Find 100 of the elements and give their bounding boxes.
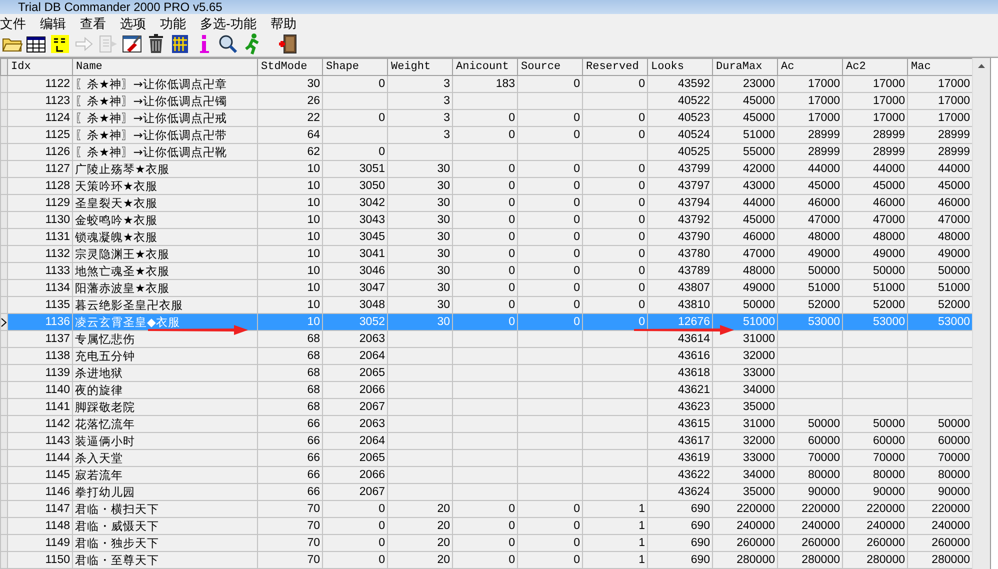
exit-door-icon[interactable] (276, 33, 298, 55)
table-cell[interactable]: 君临・威慑天下 (72, 518, 258, 534)
table-cell[interactable]: 花落忆流年 (72, 416, 258, 432)
table-cell[interactable]: 0 (452, 126, 518, 144)
table-cell[interactable]: 40523 (648, 110, 712, 126)
search-icon[interactable] (216, 33, 238, 55)
table-cell[interactable]: 70 (258, 552, 322, 568)
table-cell[interactable]: 2066 (322, 382, 388, 398)
table-cell[interactable]: 23000 (712, 76, 778, 92)
table-cell[interactable]: 17000 (778, 110, 842, 126)
table-cell[interactable]: 10 (258, 246, 322, 262)
table-cell[interactable]: 26 (258, 92, 322, 110)
table-cell[interactable]: 49000 (712, 280, 778, 296)
table-cell[interactable]: 1145 (8, 466, 72, 484)
table-cell[interactable]: 10 (258, 194, 322, 212)
table-cell[interactable]: 0 (452, 552, 518, 568)
table-cell[interactable]: 1128 (8, 178, 72, 194)
table-cell[interactable]: 0 (452, 160, 518, 178)
column-header[interactable]: Looks (648, 58, 712, 76)
table-cell[interactable]: 68 (258, 398, 322, 416)
table-cell[interactable]: 62 (258, 144, 322, 160)
column-header[interactable]: Anicount (452, 58, 518, 76)
table-cell[interactable]: 0 (518, 246, 582, 262)
table-cell[interactable]: 3046 (322, 262, 388, 280)
table-cell[interactable]: 1134 (8, 280, 72, 296)
table-cell[interactable]: 220000 (842, 500, 908, 518)
table-cell[interactable]: 2065 (322, 364, 388, 382)
table-cell[interactable]: 20 (388, 552, 452, 568)
table-cell[interactable]: 43621 (648, 382, 712, 398)
table-cell[interactable]: 0 (452, 500, 518, 518)
column-header[interactable]: Ac2 (842, 58, 908, 76)
table-cell[interactable]: 68 (258, 382, 322, 398)
table-cell[interactable]: 690 (648, 500, 712, 518)
table-cell[interactable]: 0 (518, 212, 582, 228)
table-cell[interactable]: 42000 (712, 160, 778, 178)
table-cell[interactable]: 0 (582, 126, 648, 144)
table-cell[interactable]: 1130 (8, 212, 72, 228)
table-cell[interactable]: 2066 (322, 466, 388, 484)
table-cell[interactable]: 夜的旋律 (72, 382, 258, 398)
table-cell[interactable]: 51000 (712, 126, 778, 144)
table-cell[interactable]: 锁魂凝魄★衣服 (72, 228, 258, 246)
table-cell[interactable]: 43780 (648, 246, 712, 262)
table-cell[interactable]: 68 (258, 348, 322, 364)
table-cell[interactable]: 43615 (648, 416, 712, 432)
brush-icon[interactable] (120, 33, 142, 55)
table-cell[interactable]: 690 (648, 534, 712, 552)
table-cell[interactable]: 3043 (322, 212, 388, 228)
table-cell[interactable]: 30 (388, 228, 452, 246)
table-cell[interactable]: 70 (258, 534, 322, 552)
column-header[interactable]: Shape (322, 58, 388, 76)
table-cell[interactable]: 3 (388, 92, 452, 110)
column-header[interactable]: DuraMax (712, 58, 778, 76)
table-cell[interactable]: 1 (582, 534, 648, 552)
table-cell[interactable]: 48000 (712, 262, 778, 280)
table-cell[interactable]: 0 (582, 76, 648, 92)
table-cell[interactable]: 0 (582, 212, 648, 228)
table-cell[interactable]: 0 (452, 518, 518, 534)
table-cell[interactable]: 30 (258, 76, 322, 92)
table-cell[interactable]: 43797 (648, 178, 712, 194)
table-cell[interactable]: 50000 (778, 262, 842, 280)
table-cell[interactable]: 46000 (842, 194, 908, 212)
table-cell[interactable]: 260000 (712, 534, 778, 552)
table-cell[interactable]: 0 (582, 280, 648, 296)
table-cell[interactable]: 43799 (648, 160, 712, 178)
table-cell[interactable]: 0 (518, 228, 582, 246)
table-cell[interactable]: 装逼俩小时 (72, 432, 258, 450)
table-cell[interactable]: 1125 (8, 126, 72, 144)
table-cell[interactable]: 1133 (8, 262, 72, 280)
table-cell[interactable]: 10 (258, 178, 322, 194)
table-cell[interactable]: 0 (518, 126, 582, 144)
menu-item[interactable]: 功能 (154, 14, 194, 32)
table-cell[interactable]: 80000 (778, 466, 842, 484)
table-cell[interactable]: 2064 (322, 348, 388, 364)
table-cell[interactable]: 10 (258, 228, 322, 246)
table-cell[interactable]: 1140 (8, 382, 72, 398)
table-cell[interactable]: 〖杀★神〗→让你低调点卍戒 (72, 110, 258, 126)
table-cell[interactable]: 2065 (322, 450, 388, 466)
table-cell[interactable]: 0 (322, 76, 388, 92)
table-cell[interactable]: 48000 (842, 228, 908, 246)
table-cell[interactable]: 55000 (712, 144, 778, 160)
table-cell[interactable]: 0 (582, 246, 648, 262)
table-cell[interactable]: 28999 (842, 126, 908, 144)
table-cell[interactable]: 31000 (712, 416, 778, 432)
table-cell[interactable]: 0 (518, 534, 582, 552)
table-cell[interactable]: 68 (258, 330, 322, 348)
table-cell[interactable]: 280000 (842, 552, 908, 568)
table-cell[interactable]: 17000 (842, 92, 908, 110)
table-cell[interactable]: 43624 (648, 484, 712, 500)
table-cell[interactable]: 44000 (842, 160, 908, 178)
table-cell[interactable]: 1 (582, 552, 648, 568)
table-cell[interactable]: 70 (258, 518, 322, 534)
table-cell[interactable]: 51000 (778, 280, 842, 296)
menu-item[interactable]: 多选-功能 (194, 14, 264, 32)
menu-item[interactable]: 帮助 (264, 14, 304, 32)
table-cell[interactable]: 0 (582, 194, 648, 212)
table-cell[interactable]: 183 (452, 76, 518, 92)
table-cell[interactable]: 1129 (8, 194, 72, 212)
table-cell[interactable]: 1131 (8, 228, 72, 246)
menu-item[interactable]: 编辑 (34, 14, 74, 32)
table-cell[interactable]: 50000 (842, 416, 908, 432)
